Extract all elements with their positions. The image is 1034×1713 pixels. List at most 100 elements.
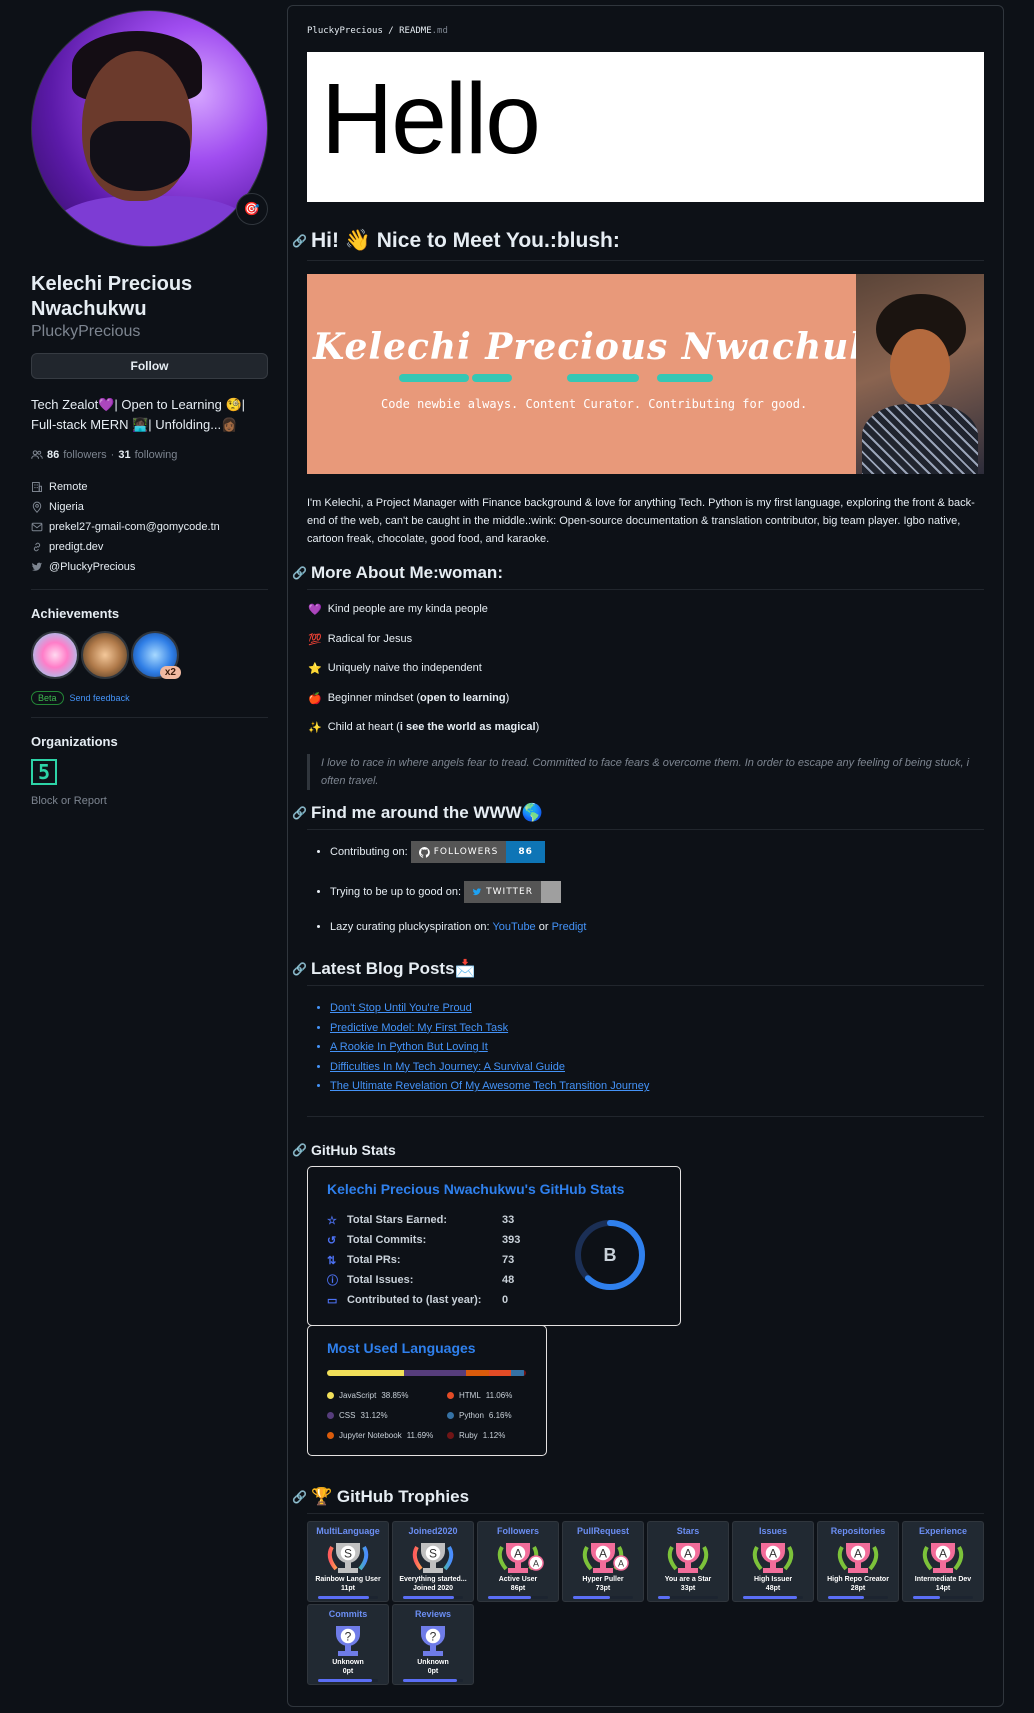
trophy-card[interactable]: Commits ? Unknown 0pt <box>307 1604 389 1685</box>
trophy-card[interactable]: Experience A Intermediate Dev 14pt <box>902 1521 984 1602</box>
language-item: JavaScript 38.85% <box>327 1389 447 1402</box>
svg-text:A: A <box>618 1559 624 1569</box>
github-followers-badge[interactable]: FOLLOWERS 86 <box>410 841 545 863</box>
predigt-link[interactable]: Predigt <box>552 921 587 933</box>
sidebar-divider <box>31 589 268 590</box>
block-or-report-link[interactable]: Block or Report <box>31 795 268 807</box>
trophy-icon: A <box>667 1543 709 1573</box>
link-icon <box>31 541 43 553</box>
trophy-points: 48pt <box>765 1585 781 1592</box>
detail-twitter[interactable]: @PluckyPrecious <box>31 557 268 577</box>
more-about-list: 💜 Kind people are my kinda people 💯 Radica… <box>308 603 539 751</box>
language-bar-segment <box>466 1370 490 1376</box>
anchor-link-icon[interactable]: 🔗 <box>292 1143 307 1157</box>
trophy-card[interactable]: PullRequest A A Hyper Puller 73pt <box>562 1521 644 1602</box>
trophy-card[interactable]: Reviews ? Unknown 0pt <box>392 1604 474 1685</box>
anchor-link-icon[interactable]: 🔗 <box>292 1490 307 1504</box>
achievement-quickdraw-badge[interactable] <box>81 631 129 679</box>
sidebar-divider-2 <box>31 717 268 718</box>
trophy-card[interactable]: Issues A High Issuer 48pt <box>732 1521 814 1602</box>
hello-image: Hello <box>307 52 984 202</box>
blog-post-link[interactable]: Don't Stop Until You're Proud <box>330 1002 472 1014</box>
trophy-card[interactable]: Joined2020 S Everything started... Joine… <box>392 1521 474 1602</box>
trophy-title: Issues <box>758 1526 788 1536</box>
people-icon <box>31 450 43 459</box>
trophy-progress-bar <box>488 1596 548 1599</box>
achievement-yolo-badge[interactable] <box>31 631 79 679</box>
trophy-icon: S <box>327 1543 369 1573</box>
organization-logo[interactable]: 5 <box>31 759 57 785</box>
language-bar-segment <box>404 1370 467 1376</box>
trophy-title: MultiLanguage <box>316 1526 380 1536</box>
list-item: ✨ Child at heart (i see the world as magi… <box>308 721 540 734</box>
readme-path-user[interactable]: PluckyPrecious <box>307 26 383 36</box>
list-item: 🍎 Beginner mindset (open to learning) <box>308 691 510 705</box>
send-feedback-link[interactable]: Send feedback <box>70 693 130 703</box>
achievement-pull-shark-badge[interactable]: x2 <box>131 631 181 679</box>
trophy-name: Everything started... <box>399 1576 467 1583</box>
trophy-card[interactable]: MultiLanguage S Rainbow Lang User 11pt <box>307 1521 389 1602</box>
trophy-name: Unknown <box>417 1659 449 1666</box>
trophy-card[interactable]: Stars A You are a Star 33pt <box>647 1521 729 1602</box>
heading-rule <box>307 1513 984 1514</box>
trophy-points: 11pt <box>340 1585 355 1592</box>
svg-text:?: ? <box>345 1630 352 1644</box>
svg-text:A: A <box>533 1559 539 1569</box>
svg-text:S: S <box>344 1547 352 1561</box>
blog-post-link[interactable]: Difficulties In My Tech Journey: A Survi… <box>330 1061 565 1073</box>
trophy-name: Active User <box>498 1576 538 1583</box>
language-item: HTML 11.06% <box>447 1389 537 1402</box>
language-item: Ruby 1.12% <box>447 1429 537 1442</box>
heading-hi: 🔗 Hi! 👋 Nice to Meet You.:blush: <box>292 229 620 252</box>
blog-post-link[interactable]: The Ultimate Revelation Of My Awesome Te… <box>330 1080 649 1092</box>
intro-paragraph: I'm Kelechi, a Project Manager with Fina… <box>307 497 975 545</box>
blog-post-item: Predictive Model: My First Tech Task <box>330 1022 649 1042</box>
blog-post-link[interactable]: A Rookie In Python But Loving It <box>330 1041 488 1053</box>
status-emoji-button[interactable]: 🎯 <box>236 193 268 225</box>
svg-text:A: A <box>854 1547 862 1561</box>
banner-photo <box>856 274 984 474</box>
anchor-link-icon[interactable]: 🔗 <box>292 962 307 976</box>
stats-card-title: Kelechi Precious Nwachukwu's GitHub Stat… <box>327 1181 625 1197</box>
github-stats-card[interactable]: Kelechi Precious Nwachukwu's GitHub Stat… <box>307 1166 681 1326</box>
blog-post-item: Difficulties In My Tech Journey: A Survi… <box>330 1061 649 1081</box>
achievements-beta-row: Beta Send feedback <box>31 691 268 705</box>
trophy-progress-bar <box>573 1596 633 1599</box>
trophy-title: Followers <box>496 1526 539 1536</box>
avatar[interactable] <box>31 10 268 247</box>
youtube-link[interactable]: YouTube <box>492 921 535 933</box>
heading-rule <box>307 260 984 261</box>
most-used-languages-card[interactable]: Most Used Languages JavaScript 38.85% HTM… <box>307 1325 547 1456</box>
trophy-card[interactable]: Repositories A High Repo Creator 28pt <box>817 1521 899 1602</box>
trophy-name: Hyper Puller <box>582 1576 624 1583</box>
readme-path-file: README <box>399 26 432 36</box>
trophy-icon: A <box>837 1543 879 1573</box>
profile-details: Remote Nigeria prekel27-gmail-com@gomyco… <box>31 477 268 577</box>
anchor-link-icon[interactable]: 🔗 <box>292 234 307 248</box>
following-count[interactable]: 31 <box>118 449 130 461</box>
list-item: Contributing on: FOLLOWERS 86 <box>330 841 586 881</box>
followers-count[interactable]: 86 <box>47 449 59 461</box>
github-icon <box>418 846 430 858</box>
profile-username: PluckyPrecious <box>31 323 141 340</box>
detail-website[interactable]: predigt.dev <box>31 537 268 557</box>
find-me-list: Contributing on: FOLLOWERS 86 Trying to … <box>330 841 586 941</box>
list-item: 💜 Kind people are my kinda people <box>308 603 488 616</box>
follow-button[interactable]: Follow <box>31 353 268 379</box>
language-item: Jupyter Notebook 11.69% <box>327 1429 447 1442</box>
list-item: Lazy curating pluckyspiration on: YouTub… <box>330 921 586 941</box>
detail-email[interactable]: prekel27-gmail-com@gomycode.tn <box>31 517 268 537</box>
following-link[interactable]: following <box>135 449 178 461</box>
anchor-link-icon[interactable]: 🔗 <box>292 806 307 820</box>
followers-link[interactable]: followers <box>63 449 106 461</box>
trophy-card[interactable]: Followers A A Active User 86pt <box>477 1521 559 1602</box>
achievements-heading[interactable]: Achievements <box>31 606 268 621</box>
anchor-link-icon[interactable]: 🔗 <box>292 566 307 580</box>
trophy-name: High Issuer <box>753 1576 793 1583</box>
section-rule <box>307 1116 984 1117</box>
organizations-heading: Organizations <box>31 734 118 749</box>
blog-post-link[interactable]: Predictive Model: My First Tech Task <box>330 1022 508 1034</box>
language-item: CSS 31.12% <box>327 1409 447 1422</box>
trophy-icon: A <box>922 1543 964 1573</box>
twitter-badge[interactable]: TWITTER <box>464 881 561 903</box>
